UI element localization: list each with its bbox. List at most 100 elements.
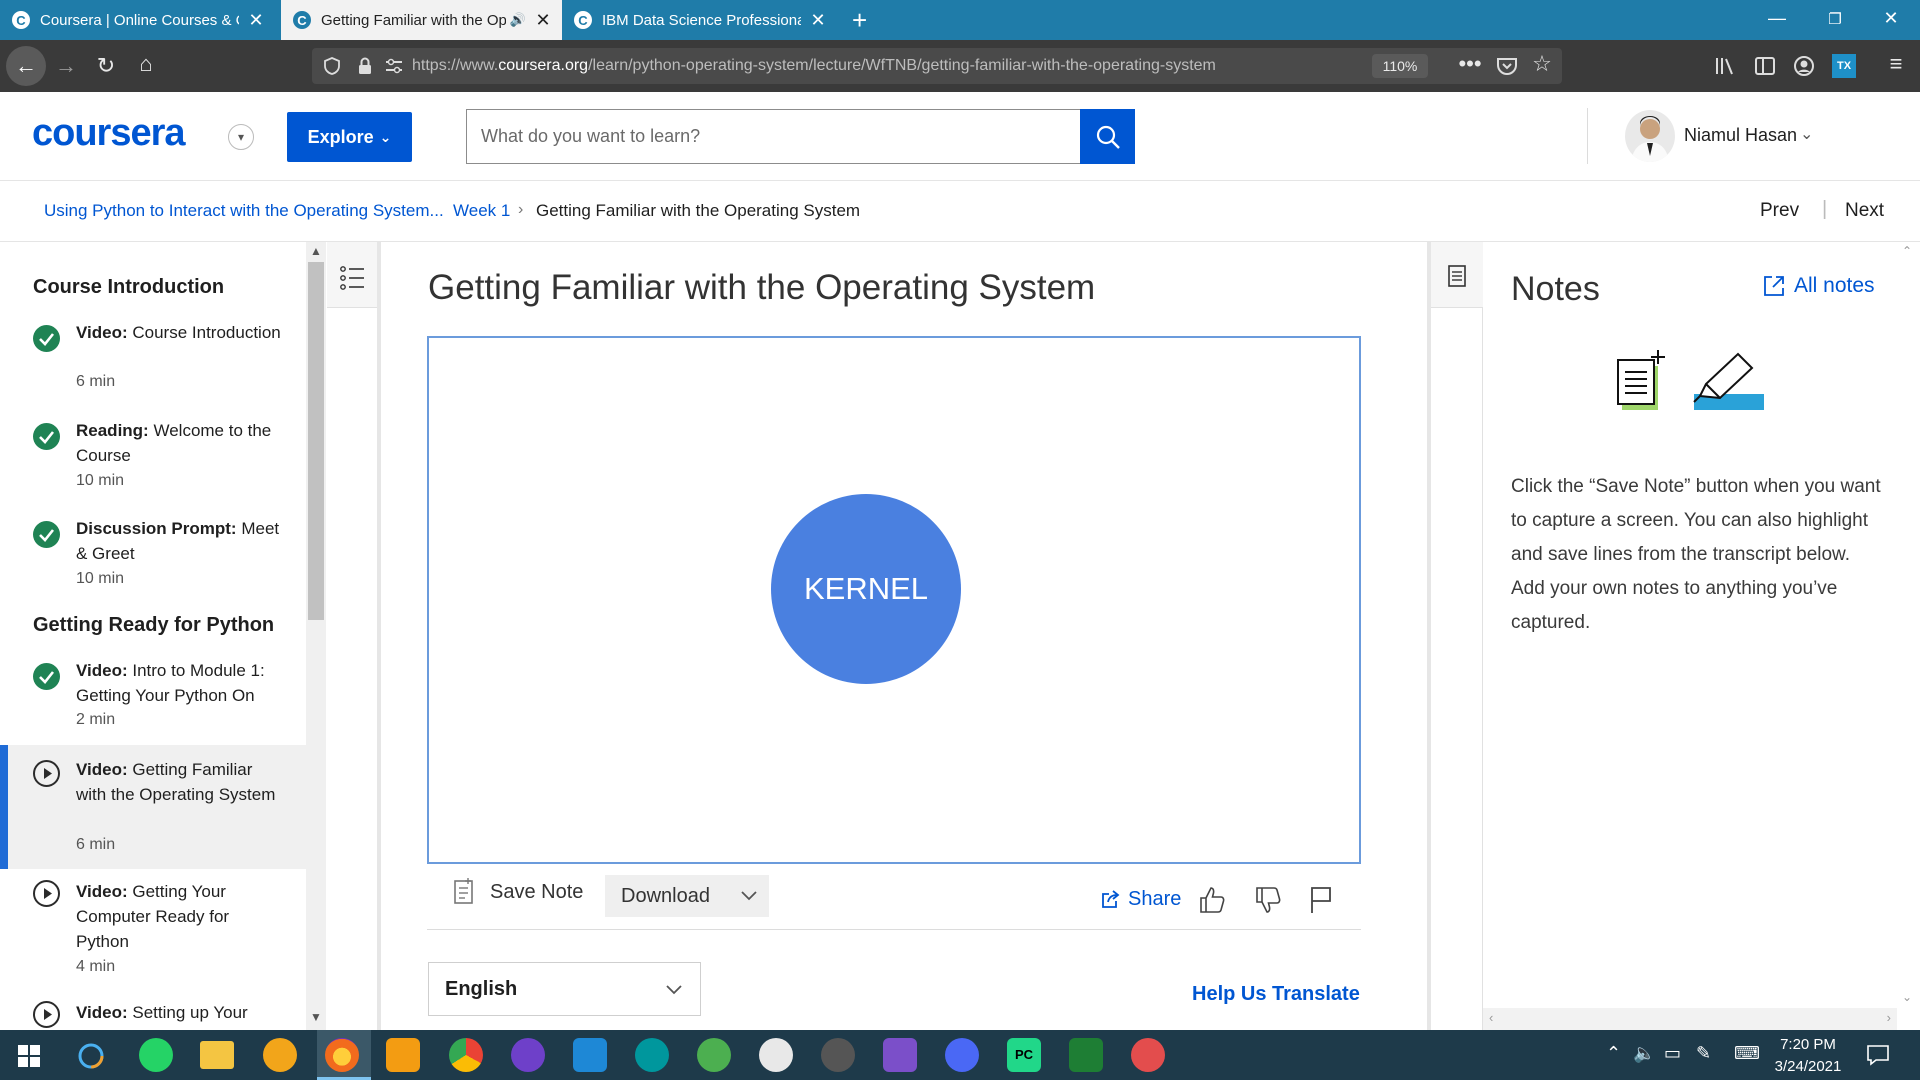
tray-expand-icon[interactable]: ⌃ bbox=[1606, 1043, 1621, 1064]
zoom-level-badge[interactable]: 110% bbox=[1372, 54, 1428, 78]
forward-arrow-icon[interactable]: → bbox=[48, 52, 84, 80]
browser-tab-coursera-home[interactable]: C Coursera | Online Courses & Credential… bbox=[0, 0, 275, 40]
image-editor-icon[interactable] bbox=[386, 1038, 420, 1072]
scroll-down-arrow-icon[interactable]: ▼ bbox=[310, 1010, 322, 1024]
list-item[interactable]: Video: Getting Your Computer Ready for P… bbox=[0, 879, 306, 979]
visual-studio-icon[interactable] bbox=[883, 1038, 917, 1072]
thumbs-down-icon[interactable] bbox=[1254, 885, 1282, 915]
notes-toggle-button[interactable] bbox=[1431, 242, 1483, 308]
notifications-icon[interactable] bbox=[1866, 1044, 1890, 1066]
explore-button[interactable]: Explore ⌄ bbox=[287, 112, 412, 162]
breadcrumb-week-link[interactable]: Week 1 bbox=[453, 201, 510, 221]
utility-app-icon[interactable] bbox=[759, 1038, 793, 1072]
all-notes-link[interactable]: All notes bbox=[1762, 274, 1875, 298]
network-icon[interactable]: ▭ bbox=[1664, 1043, 1681, 1064]
file-explorer-icon[interactable] bbox=[200, 1041, 234, 1069]
flag-icon[interactable] bbox=[1308, 885, 1334, 915]
chevron-down-icon[interactable]: ▾ bbox=[228, 124, 254, 150]
speaker-icon[interactable]: 🔊 bbox=[510, 12, 526, 28]
notes-scrollbar[interactable]: ⌃ ⌄ bbox=[1897, 242, 1920, 1012]
close-tab-icon[interactable]: ✕ bbox=[534, 10, 552, 31]
scroll-up-arrow-icon[interactable]: ▲ bbox=[310, 244, 322, 258]
arduino-icon[interactable] bbox=[635, 1038, 669, 1072]
notes-document-icon bbox=[1448, 265, 1466, 287]
browser-app-icon[interactable] bbox=[263, 1038, 297, 1072]
pen-icon[interactable]: ✎ bbox=[1696, 1043, 1711, 1064]
thumbs-up-icon[interactable] bbox=[1198, 885, 1226, 915]
url-text[interactable]: https://www.coursera.org/learn/python-op… bbox=[412, 57, 1216, 75]
list-item[interactable]: Video: Course Introduction 6 min bbox=[0, 320, 306, 412]
next-link[interactable]: Next bbox=[1845, 200, 1884, 222]
taskbar-clock[interactable]: 7:20 PM 3/24/2021 bbox=[1760, 1034, 1856, 1078]
close-tab-icon[interactable]: ✕ bbox=[809, 10, 827, 31]
messenger-icon[interactable] bbox=[945, 1038, 979, 1072]
search-input[interactable] bbox=[466, 109, 1081, 164]
search-taskbar-icon[interactable] bbox=[76, 1041, 106, 1071]
close-tab-icon[interactable]: ✕ bbox=[247, 10, 265, 31]
search-button[interactable] bbox=[1080, 109, 1135, 164]
pycharm-icon[interactable]: PC bbox=[1007, 1038, 1041, 1072]
header-divider-line bbox=[0, 180, 1920, 181]
extension-icon[interactable]: TX bbox=[1832, 54, 1856, 78]
library-icon[interactable] bbox=[1714, 56, 1736, 76]
sidebar-scrollbar-thumb[interactable] bbox=[308, 262, 324, 620]
shield-icon[interactable] bbox=[322, 56, 342, 76]
scroll-left-arrow-icon[interactable]: ‹ bbox=[1489, 1010, 1493, 1025]
pocket-icon[interactable] bbox=[1496, 56, 1518, 76]
list-item-current[interactable]: Video: Getting Familiar with the Operati… bbox=[0, 745, 306, 869]
close-window-icon[interactable]: ✕ bbox=[1876, 8, 1906, 29]
list-item[interactable]: Reading: Welcome to the Course 10 min bbox=[0, 418, 306, 510]
scroll-up-arrow-icon[interactable]: ⌃ bbox=[1902, 244, 1912, 258]
game-app-icon[interactable] bbox=[1131, 1038, 1165, 1072]
minimize-window-icon[interactable]: — bbox=[1762, 8, 1792, 29]
scroll-down-arrow-icon[interactable]: ⌄ bbox=[1902, 990, 1912, 1004]
page-actions-icon[interactable]: ••• bbox=[1452, 50, 1488, 78]
list-item[interactable]: Discussion Prompt: Meet & Greet 10 min bbox=[0, 516, 306, 608]
browser-tab-current-lecture[interactable]: C Getting Familiar with the Operating Sy… bbox=[281, 0, 562, 40]
download-label: Download bbox=[621, 884, 710, 907]
bookmark-star-icon[interactable]: ☆ bbox=[1524, 50, 1560, 78]
firefox-icon[interactable] bbox=[325, 1038, 359, 1072]
list-item[interactable]: Video: Setting up Your bbox=[0, 1000, 306, 1030]
breadcrumb-course-link[interactable]: Using Python to Interact with the Operat… bbox=[44, 201, 444, 221]
chrome-icon[interactable] bbox=[449, 1038, 483, 1072]
sidebar-toggle-icon[interactable] bbox=[1754, 56, 1776, 76]
hamburger-menu-icon[interactable]: ≡ bbox=[1878, 50, 1914, 78]
account-icon[interactable] bbox=[1793, 55, 1815, 77]
list-item[interactable]: Video: Intro to Module 1: Getting Your P… bbox=[0, 658, 306, 750]
github-desktop-icon[interactable] bbox=[511, 1038, 545, 1072]
chevron-down-icon[interactable]: ⌄ bbox=[1800, 124, 1813, 144]
volume-icon[interactable]: 🔈 bbox=[1633, 1043, 1655, 1064]
chevron-down-icon bbox=[666, 985, 682, 995]
back-arrow-icon[interactable]: ← bbox=[6, 46, 46, 86]
new-tab-plus-icon[interactable]: + bbox=[852, 6, 867, 34]
earth-app-icon[interactable] bbox=[697, 1038, 731, 1072]
outline-toggle-button[interactable] bbox=[327, 242, 377, 308]
restore-window-icon[interactable]: ❐ bbox=[1820, 10, 1850, 28]
play-circle-icon bbox=[33, 1001, 60, 1028]
permissions-icon[interactable] bbox=[384, 58, 404, 74]
vscode-icon[interactable] bbox=[573, 1038, 607, 1072]
home-icon[interactable]: ⌂ bbox=[128, 50, 164, 78]
keyboard-icon[interactable]: ⌨ bbox=[1734, 1043, 1760, 1064]
avatar[interactable] bbox=[1625, 110, 1675, 162]
share-button[interactable]: Share bbox=[1100, 888, 1181, 911]
save-note-button[interactable]: Save Note bbox=[452, 878, 583, 906]
windows-start-icon[interactable] bbox=[18, 1045, 40, 1067]
help-us-translate-link[interactable]: Help Us Translate bbox=[1192, 983, 1360, 1006]
scroll-right-arrow-icon[interactable]: › bbox=[1887, 1010, 1891, 1025]
whatsapp-icon[interactable] bbox=[139, 1038, 173, 1072]
download-dropdown[interactable]: Download bbox=[605, 875, 769, 917]
check-circle-icon bbox=[33, 423, 60, 450]
notes-horizontal-scrollbar[interactable]: ‹ › bbox=[1483, 1008, 1897, 1030]
reload-icon[interactable]: ↻ bbox=[88, 52, 124, 80]
browser-tab-ibm-data-science[interactable]: C IBM Data Science Professional Certific… bbox=[562, 0, 837, 40]
language-select[interactable]: English bbox=[428, 962, 701, 1016]
spreadsheet-app-icon[interactable] bbox=[1069, 1038, 1103, 1072]
prev-link[interactable]: Prev bbox=[1760, 200, 1799, 222]
coursera-logo[interactable]: coursera bbox=[32, 112, 186, 155]
user-name[interactable]: Niamul Hasan bbox=[1684, 125, 1797, 146]
check-circle-icon bbox=[33, 325, 60, 352]
lock-icon[interactable] bbox=[356, 56, 374, 76]
inkscape-icon[interactable] bbox=[821, 1038, 855, 1072]
